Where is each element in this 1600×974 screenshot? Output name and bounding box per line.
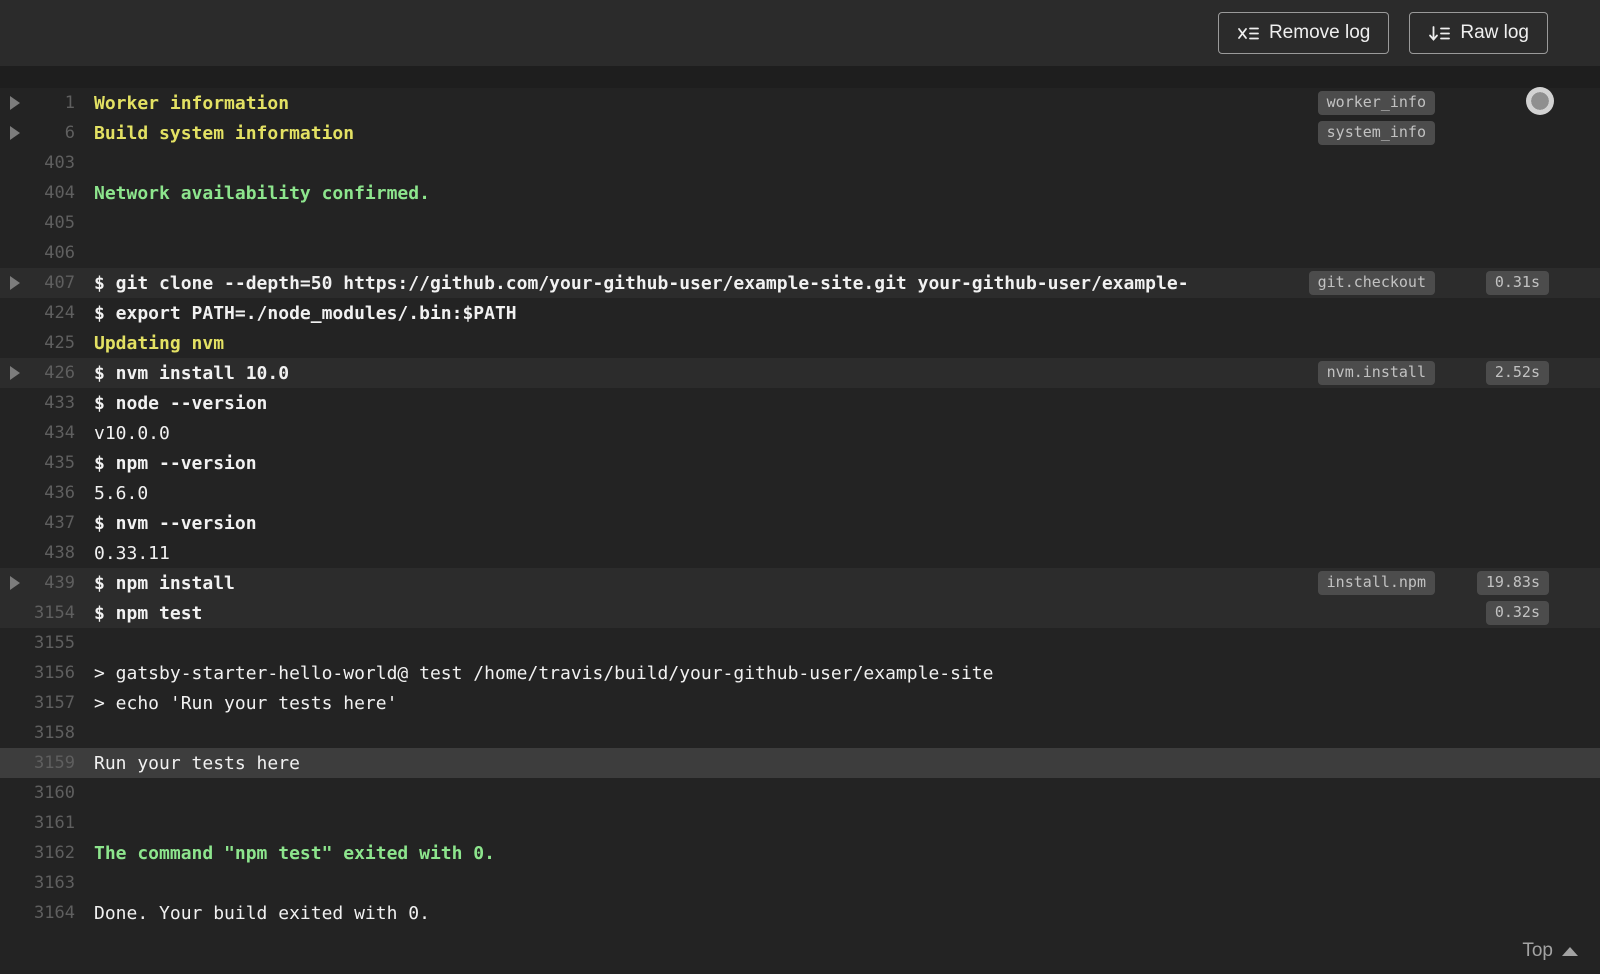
duration-badge: 2.52s (1485, 361, 1549, 385)
log-line: 404 Network availability confirmed. (0, 178, 1600, 208)
line-text: $ nvm --version (94, 512, 257, 534)
log-line: 424 $ export PATH=./node_modules/.bin:$P… (0, 298, 1600, 328)
line-text: Build system information (94, 122, 355, 144)
line-text: v10.0.0 (94, 422, 170, 444)
fold-toggle-icon[interactable] (10, 96, 20, 110)
fold-name-badge: system_info (1317, 121, 1435, 145)
line-number[interactable]: 3157 (0, 693, 75, 713)
line-number[interactable]: 3161 (0, 813, 75, 833)
fold-name-badge: git.checkout (1308, 271, 1435, 295)
log-line: 437 $ nvm --version (0, 508, 1600, 538)
line-text: $ npm install (94, 572, 235, 594)
line-number[interactable]: 403 (0, 153, 75, 173)
log-line: 435 $ npm --version (0, 448, 1600, 478)
line-number[interactable]: 3158 (0, 723, 75, 743)
log-line: 3161 (0, 808, 1600, 838)
line-number[interactable]: 406 (0, 243, 75, 263)
duration-badge: 0.32s (1485, 601, 1549, 625)
line-text: $ node --version (94, 392, 268, 414)
line-number[interactable]: 3159 (0, 753, 75, 773)
duration-badge: 19.83s (1476, 571, 1549, 595)
log-line: 406 (0, 238, 1600, 268)
line-number[interactable]: 3163 (0, 873, 75, 893)
fold-toggle-icon[interactable] (10, 366, 20, 380)
line-text: 5.6.0 (94, 482, 149, 504)
line-text: Network availability confirmed. (94, 182, 430, 204)
remove-log-button[interactable]: Remove log (1217, 12, 1390, 54)
fold-toggle-icon[interactable] (10, 576, 20, 590)
line-number[interactable]: 434 (0, 423, 75, 443)
chevron-up-icon (1562, 946, 1578, 956)
scroll-to-top-link[interactable]: Top (1522, 940, 1578, 962)
fold-name-badge: nvm.install (1317, 361, 1435, 385)
remove-log-icon (1237, 25, 1259, 42)
line-number[interactable]: 436 (0, 483, 75, 503)
line-number[interactable]: 3156 (0, 663, 75, 683)
line-text: $ npm test (94, 602, 203, 624)
log-line: 3157 > echo 'Run your tests here' (0, 688, 1600, 718)
remove-log-label: Remove log (1268, 22, 1371, 43)
log-line: 407 $ git clone --depth=50 https://githu… (0, 268, 1600, 298)
log-line: 3160 (0, 778, 1600, 808)
line-text: Worker information (94, 92, 290, 114)
log-line: 3158 (0, 718, 1600, 748)
line-number[interactable]: 3164 (0, 903, 75, 923)
log-line: 3164 Done. Your build exited with 0. (0, 898, 1600, 928)
log-view: 1 Worker information worker_info 6 Build… (0, 88, 1600, 974)
log-line: 3155 (0, 628, 1600, 658)
log-toolbar: Remove log Raw log (0, 0, 1600, 66)
line-text: > echo 'Run your tests here' (94, 692, 398, 714)
log-line: 425 Updating nvm (0, 328, 1600, 358)
line-number[interactable]: 3154 (0, 603, 75, 623)
scroll-to-top-label: Top (1522, 940, 1553, 961)
line-number[interactable]: 3160 (0, 783, 75, 803)
line-number[interactable]: 424 (0, 303, 75, 323)
log-line: 3162 The command "npm test" exited with … (0, 838, 1600, 868)
log-line: 1 Worker information worker_info (0, 88, 1600, 118)
fold-toggle-icon[interactable] (10, 126, 20, 140)
log-line: 3159 Run your tests here (0, 748, 1600, 778)
line-text: Updating nvm (94, 332, 225, 354)
line-number[interactable]: 433 (0, 393, 75, 413)
raw-log-button[interactable]: Raw log (1409, 12, 1548, 54)
log-line: 438 0.33.11 (0, 538, 1600, 568)
raw-log-label: Raw log (1460, 22, 1529, 43)
line-number[interactable]: 405 (0, 213, 75, 233)
fold-toggle-icon[interactable] (10, 276, 20, 290)
log-line: 3156 > gatsby-starter-hello-world@ test … (0, 658, 1600, 688)
line-text: $ export PATH=./node_modules/.bin:$PATH (94, 302, 517, 324)
log-line: 403 (0, 148, 1600, 178)
log-line: 6 Build system information system_info (0, 118, 1600, 148)
log-line: 434 v10.0.0 (0, 418, 1600, 448)
line-number[interactable]: 438 (0, 543, 75, 563)
log-line: 433 $ node --version (0, 388, 1600, 418)
log-line: 439 $ npm install install.npm 19.83s (0, 568, 1600, 598)
scroll-indicator[interactable] (1526, 87, 1554, 115)
line-number[interactable]: 425 (0, 333, 75, 353)
line-text: The command "npm test" exited with 0. (94, 842, 495, 864)
duration-badge: 0.31s (1485, 271, 1549, 295)
line-number[interactable]: 3155 (0, 633, 75, 653)
log-line: 3163 (0, 868, 1600, 898)
line-text: $ nvm install 10.0 (94, 362, 290, 384)
log-body: 1 Worker information worker_info 6 Build… (0, 88, 1600, 928)
line-text: > gatsby-starter-hello-world@ test /home… (94, 662, 994, 684)
line-number[interactable]: 404 (0, 183, 75, 203)
fold-name-badge: install.npm (1317, 571, 1435, 595)
line-text: $ git clone --depth=50 https://github.co… (94, 272, 1189, 294)
log-line: 3154 $ npm test 0.32s (0, 598, 1600, 628)
log-line: 426 $ nvm install 10.0 nvm.install 2.52s (0, 358, 1600, 388)
line-text: Run your tests here (94, 752, 300, 774)
line-number[interactable]: 437 (0, 513, 75, 533)
log-line: 405 (0, 208, 1600, 238)
line-number[interactable]: 435 (0, 453, 75, 473)
fold-name-badge: worker_info (1317, 91, 1435, 115)
log-footer: Top (0, 928, 1600, 974)
line-text: $ npm --version (94, 452, 257, 474)
log-line: 436 5.6.0 (0, 478, 1600, 508)
line-text: 0.33.11 (94, 542, 170, 564)
line-text: Done. Your build exited with 0. (94, 902, 430, 924)
line-number[interactable]: 3162 (0, 843, 75, 863)
raw-log-icon (1428, 25, 1451, 42)
